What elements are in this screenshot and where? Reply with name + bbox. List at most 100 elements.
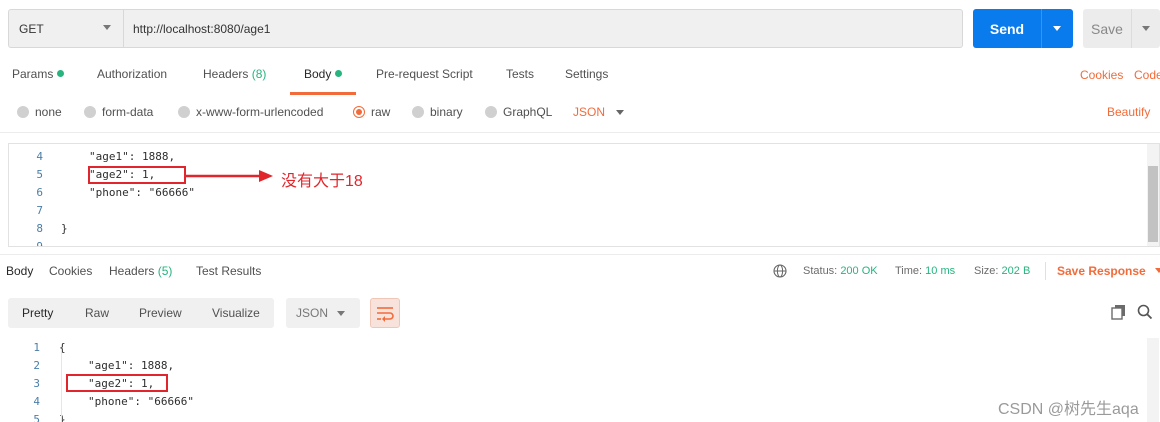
send-divider [1041, 9, 1042, 48]
tab-body[interactable]: Body [304, 67, 343, 93]
cookies-link[interactable]: Cookies [1080, 68, 1123, 82]
view-visualize[interactable]: Visualize [212, 306, 260, 320]
code-line: "phone": "66666" [88, 395, 194, 408]
response-tab-body[interactable]: Body [6, 264, 33, 278]
code-line: "phone": "66666" [89, 186, 195, 199]
wrap-lines-icon [377, 307, 394, 322]
tab-authorization[interactable]: Authorization [97, 67, 167, 93]
copy-icon[interactable] [1111, 304, 1127, 320]
code-line: "age1": 1888, [88, 359, 175, 372]
line-number: 4 [33, 395, 40, 408]
code-line: "age1": 1888, [89, 150, 176, 163]
save-options-chevron-icon[interactable] [1142, 26, 1150, 31]
send-label: Send [989, 20, 1025, 37]
search-icon[interactable] [1137, 304, 1153, 320]
send-button[interactable]: Send [973, 9, 1073, 48]
status-label: Status: [803, 265, 838, 277]
view-preview[interactable]: Preview [139, 306, 182, 320]
radio-urlencoded-label: x-www-form-urlencoded [196, 105, 324, 119]
code-line: { [59, 341, 66, 354]
tab-params[interactable]: Params [12, 67, 65, 93]
highlight-box [88, 166, 186, 184]
radio-selected-icon [353, 106, 365, 118]
radio-binary-label: binary [430, 105, 463, 119]
send-options-chevron-icon[interactable] [1053, 26, 1061, 31]
tab-params-label: Params [12, 67, 54, 81]
radio-form-data-label: form-data [102, 105, 154, 119]
response-view-switcher: Pretty Raw Preview Visualize [8, 298, 274, 328]
headers-count: (8) [251, 67, 267, 81]
save-response-label: Save Response [1057, 264, 1146, 278]
tab-headers-label: Headers [203, 67, 249, 81]
response-headers-count: (5) [157, 264, 173, 278]
radio-icon [485, 106, 497, 118]
globe-icon[interactable] [773, 264, 787, 278]
beautify-link[interactable]: Beautify [1107, 103, 1150, 121]
chevron-down-icon [1155, 268, 1160, 273]
code-line: } [61, 222, 68, 235]
line-number: 4 [36, 150, 43, 163]
tab-settings[interactable]: Settings [565, 67, 608, 93]
tab-body-label: Body [304, 67, 332, 81]
params-indicator-dot [57, 70, 65, 77]
size-value: 202 B [1001, 265, 1031, 277]
status-info: Status: 200 OK [803, 265, 878, 277]
save-label: Save [1091, 20, 1123, 37]
line-number: 8 [36, 222, 43, 235]
radio-icon [412, 106, 424, 118]
response-tab-headers-label: Headers [109, 264, 155, 278]
highlight-box [66, 374, 168, 392]
status-value: 200 OK [840, 265, 878, 277]
radio-binary[interactable]: binary [412, 103, 463, 121]
response-scrollbar[interactable] [1147, 338, 1159, 422]
save-response-button[interactable]: Save Response [1057, 264, 1160, 278]
tab-headers[interactable]: Headers (8) [203, 67, 266, 93]
radio-graphql[interactable]: GraphQL [485, 103, 552, 121]
chevron-down-icon [337, 311, 345, 316]
response-format-dropdown[interactable]: JSON [286, 298, 360, 328]
editor-scrollbar[interactable] [1147, 144, 1159, 246]
chevron-down-icon [616, 109, 625, 115]
chevron-down-icon [103, 25, 111, 30]
save-divider [1131, 9, 1132, 48]
line-number: 7 [36, 204, 43, 217]
radio-urlencoded[interactable]: x-www-form-urlencoded [178, 103, 323, 121]
radio-icon [17, 106, 29, 118]
radio-raw-label: raw [371, 105, 391, 119]
url-text: http://localhost:8080/age1 [133, 21, 271, 36]
radio-graphql-label: GraphQL [503, 105, 553, 119]
response-tab-test-results[interactable]: Test Results [196, 264, 261, 278]
response-body-viewer[interactable]: 1 2 3 4 5 { "age1": 1888, "age2": 1, "ph… [0, 338, 1160, 422]
view-raw[interactable]: Raw [85, 306, 109, 320]
response-format-label: JSON [296, 306, 329, 320]
view-pretty[interactable]: Pretty [22, 306, 53, 320]
radio-raw[interactable]: raw [353, 103, 390, 121]
scrollbar-thumb[interactable] [1148, 166, 1158, 242]
time-value: 10 ms [925, 265, 956, 277]
divider [0, 254, 1160, 255]
radio-none[interactable]: none [17, 103, 62, 121]
size-label: Size: [974, 265, 999, 277]
request-body-editor[interactable]: 4 5 6 7 8 9 "age1": 1888, "age2": 1, "ph… [8, 143, 1160, 247]
code-line: } [59, 413, 66, 422]
response-tab-headers[interactable]: Headers (5) [109, 264, 172, 278]
url-input[interactable]: http://localhost:8080/age1 [123, 9, 963, 48]
active-tab-underline [290, 92, 356, 95]
method-select[interactable]: GET [8, 9, 123, 48]
watermark-text: CSDN @树先生aqa [998, 401, 1139, 418]
radio-form-data[interactable]: form-data [84, 103, 153, 121]
annotation-arrow-icon [185, 170, 273, 182]
tab-tests[interactable]: Tests [506, 67, 534, 93]
format-dropdown[interactable]: JSON [573, 103, 625, 121]
radio-none-label: none [35, 105, 62, 119]
response-tab-cookies[interactable]: Cookies [49, 264, 92, 278]
size-info: Size: 202 B [974, 265, 1030, 277]
line-number: 5 [33, 413, 40, 422]
tab-prerequest-script[interactable]: Pre-request Script [376, 67, 473, 93]
body-indicator-dot [335, 70, 343, 77]
save-button[interactable]: Save [1083, 9, 1160, 48]
time-label: Time: [895, 265, 923, 277]
wrap-lines-button[interactable] [370, 298, 400, 328]
radio-icon [84, 106, 96, 118]
code-link[interactable]: Code [1134, 68, 1160, 82]
